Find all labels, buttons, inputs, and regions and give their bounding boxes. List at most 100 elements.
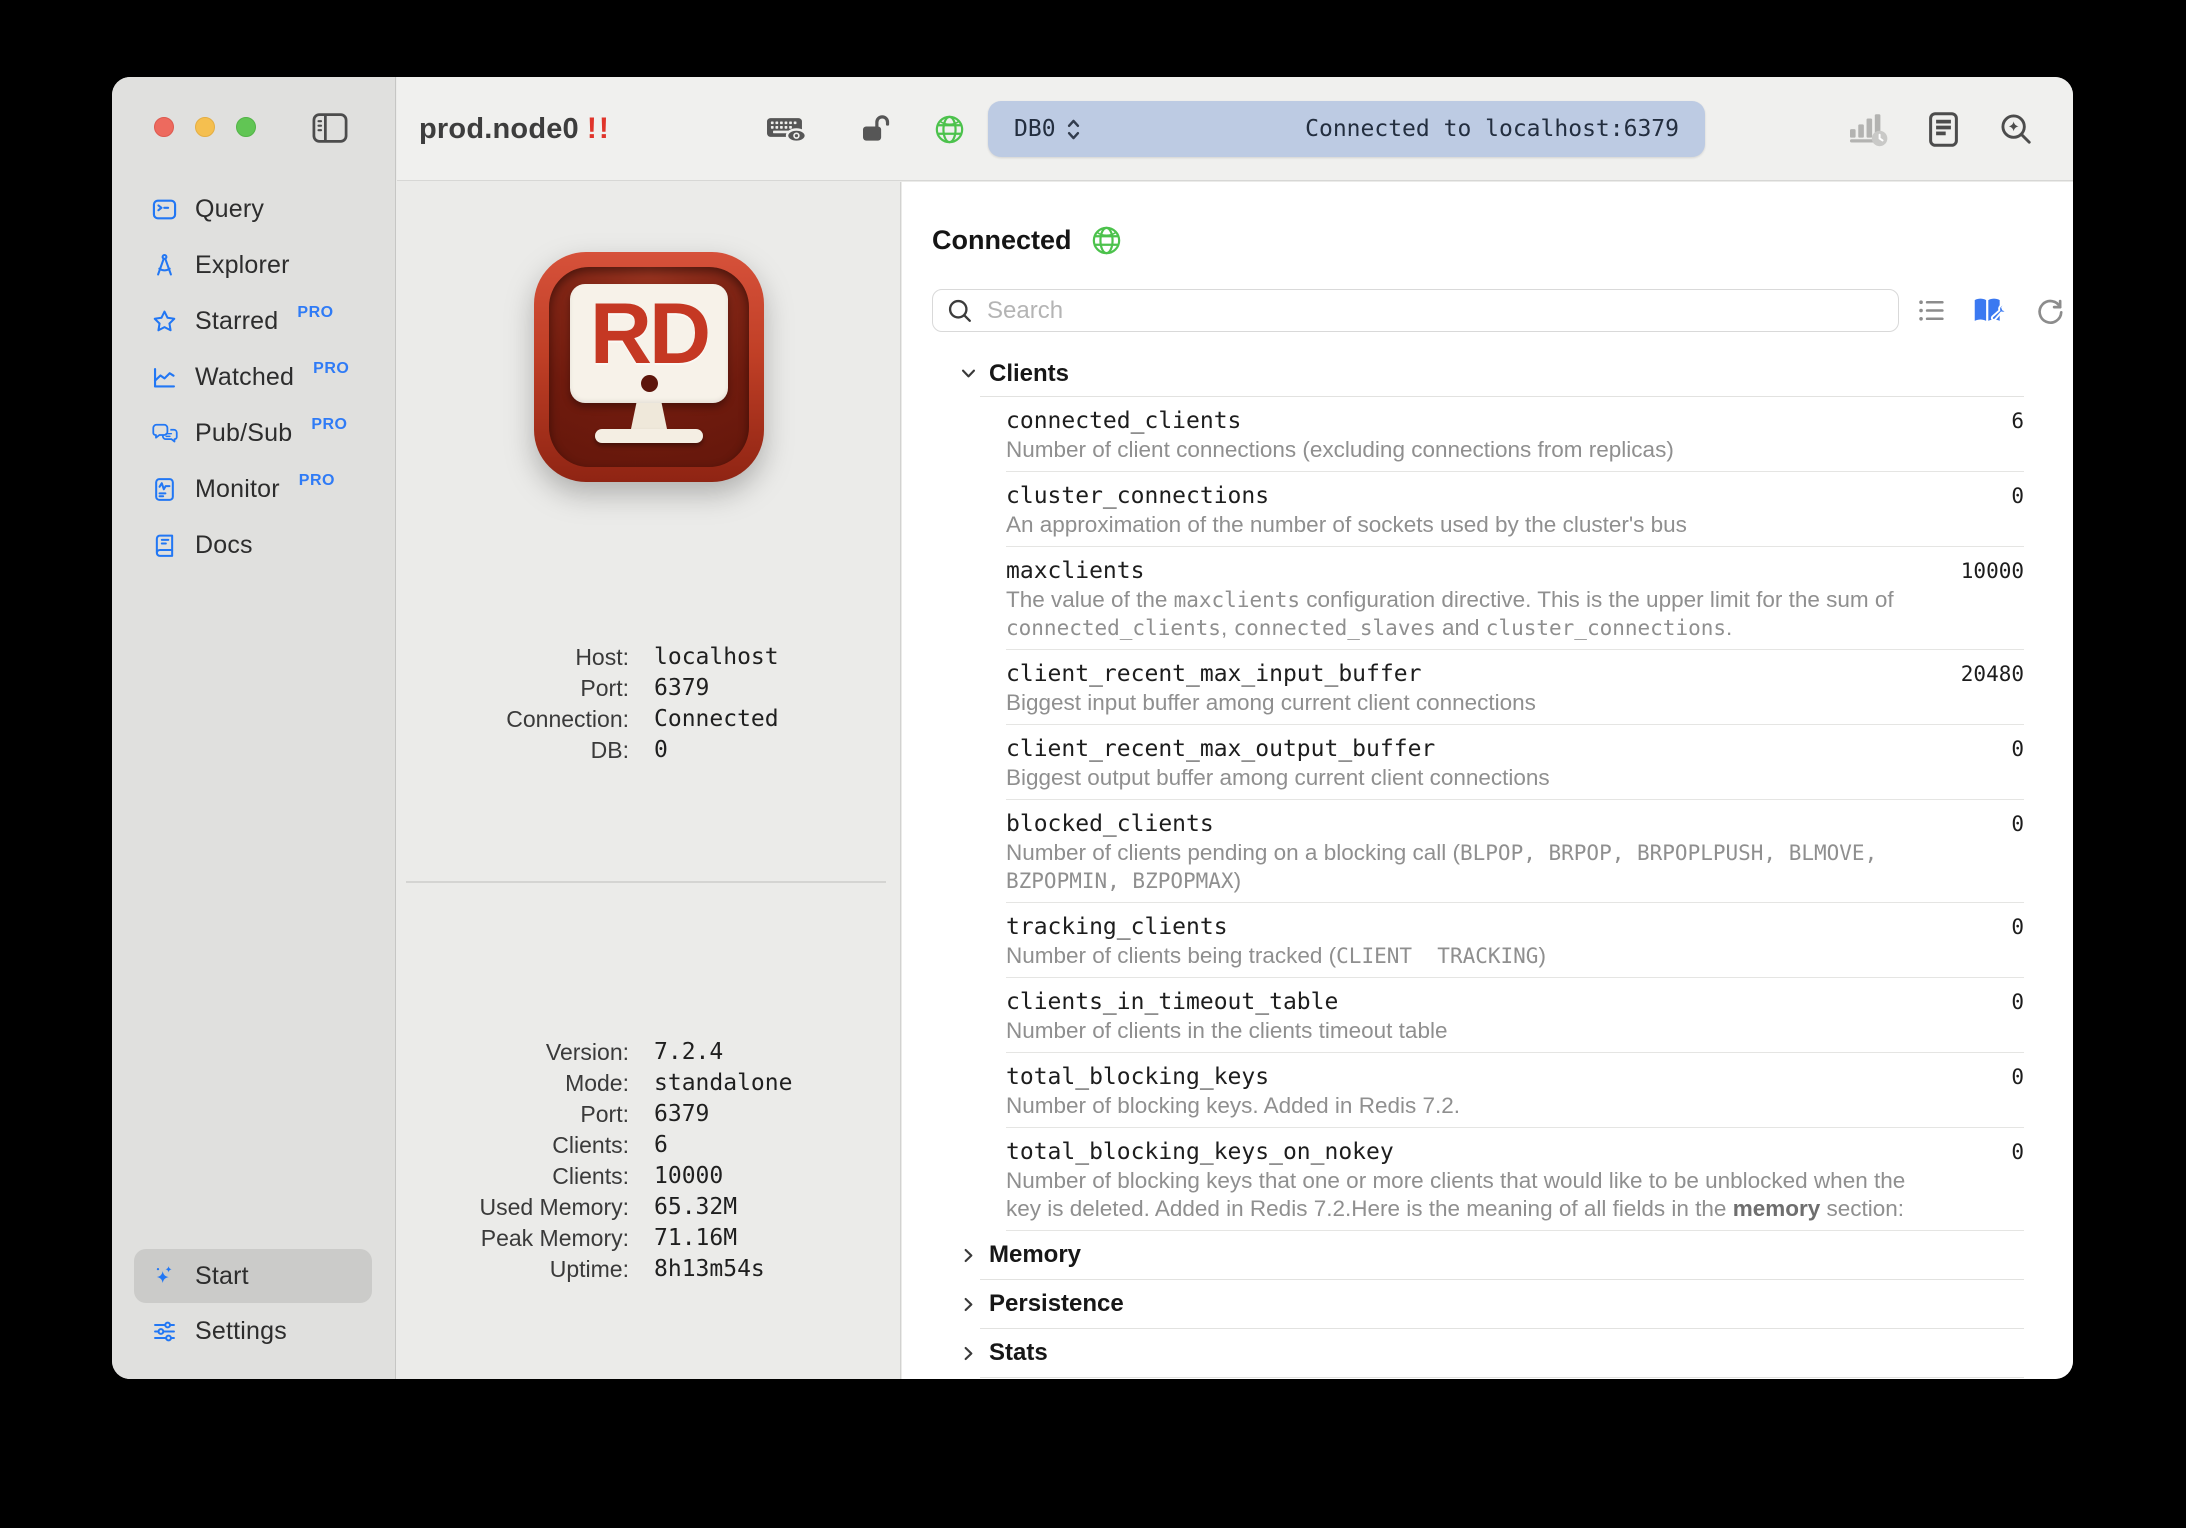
chevron-right-icon (959, 1344, 978, 1363)
info-label: DB: (397, 735, 629, 766)
info-label: Port: (397, 673, 629, 704)
chevron-right-icon (959, 1246, 978, 1265)
zoom-button[interactable] (236, 117, 256, 137)
section-header-stats[interactable]: Stats (902, 1329, 2024, 1377)
db-selector-label: DB0 (1014, 116, 1056, 142)
sidebar-item-docs[interactable]: Docs (112, 517, 394, 573)
pro-badge: PRO (297, 304, 333, 322)
stat-key: tracking_clients (1006, 912, 2024, 942)
section-header-memory[interactable]: Memory (902, 1231, 2024, 1279)
info-label: Host: (397, 642, 629, 673)
app-icon: RD (534, 252, 764, 482)
sidebar-item-label: Monitor (195, 475, 280, 504)
server-info: Version: 7.2.4 Mode: standalone Port: 63… (397, 1037, 900, 1285)
sidebar-item-starred[interactable]: Starred PRO (112, 293, 394, 349)
line-chart-icon (151, 364, 178, 391)
info-label: Uptime: (397, 1254, 629, 1285)
app-window: Query Explorer Starred PRO Watched PRO P… (112, 77, 2073, 1379)
search-icon (946, 297, 974, 325)
info-value: 10000 (654, 1161, 723, 1192)
titlebar: prod.node0 !! DB0 Connected to localhost… (397, 77, 2073, 181)
stat-description: Biggest input buffer among current clien… (1006, 689, 1926, 717)
refresh-button[interactable] (2034, 295, 2066, 327)
info-row: Version: 7.2.4 (397, 1037, 900, 1068)
sidebar-item-label: Start (195, 1262, 249, 1291)
section-title: Persistence (989, 1290, 1124, 1318)
chevron-up-down-icon (1066, 116, 1081, 143)
main-header: Connected (932, 224, 1123, 257)
minimize-button[interactable] (195, 117, 215, 137)
stat-row: cluster_connections 0 An approximation o… (1006, 472, 2024, 547)
sidebar-item-label: Pub/Sub (195, 419, 292, 448)
stat-description: Biggest output buffer among current clie… (1006, 764, 1926, 792)
pro-badge: PRO (311, 416, 347, 434)
globe-status-button[interactable] (933, 77, 966, 181)
zoom-in-button[interactable] (1998, 111, 2035, 148)
sidebar-item-settings[interactable]: Settings (112, 1303, 394, 1359)
info-row: Clients: 6 (397, 1130, 900, 1161)
section-header-clients[interactable]: Clients (902, 351, 2024, 396)
section-header-persistence[interactable]: Persistence (902, 1280, 2024, 1328)
info-label: Connection: (397, 704, 629, 735)
info-value: 7.2.4 (654, 1037, 723, 1068)
sidebar-item-monitor[interactable]: Monitor PRO (112, 461, 394, 517)
stat-row: blocked_clients 0 Number of clients pend… (1006, 800, 2024, 903)
sidebar-item-query[interactable]: Query (112, 181, 394, 237)
info-row: Host: localhost (397, 642, 900, 673)
list-view-button[interactable] (1916, 295, 1947, 326)
info-label: Port: (397, 1099, 629, 1130)
section-memory: Memory (902, 1231, 2024, 1280)
page-title: Connected (932, 225, 1072, 256)
stat-row: tracking_clients 0 Number of clients bei… (1006, 903, 2024, 978)
chart-history-button[interactable] (1847, 111, 1889, 147)
sparkles-icon (151, 1263, 178, 1290)
close-button[interactable] (154, 117, 174, 137)
info-row: Port: 6379 (397, 1099, 900, 1130)
info-row: Uptime: 8h13m54s (397, 1254, 900, 1285)
stat-description: Number of clients in the clients timeout… (1006, 1017, 1926, 1045)
section-title: Stats (989, 1339, 1048, 1367)
search-input[interactable] (985, 296, 1885, 326)
sidebar-item-label: Starred (195, 307, 278, 336)
sidebar-item-label: Docs (195, 531, 253, 560)
sidebar-item-pub-sub[interactable]: Pub/Sub PRO (112, 405, 394, 461)
sidebar-item-explorer[interactable]: Explorer (112, 237, 394, 293)
search-box[interactable] (932, 289, 1899, 332)
info-value: localhost (654, 642, 779, 673)
sidebar-item-label: Query (195, 195, 264, 224)
stat-value: 20480 (1961, 662, 2024, 686)
lock-open-button[interactable] (859, 77, 895, 181)
alert-badge: !! (587, 112, 611, 146)
book-icon (151, 532, 178, 559)
stat-value: 0 (2011, 990, 2024, 1014)
docs-tools-button[interactable] (1972, 294, 2009, 327)
connection-info: Host: localhost Port: 6379 Connection: C… (397, 642, 900, 766)
terminal-icon (151, 196, 178, 223)
sidebar-toggle-button[interactable] (312, 113, 348, 143)
sidebar-nav: Query Explorer Starred PRO Watched PRO P… (112, 181, 394, 573)
sidebar-item-label: Explorer (195, 251, 290, 280)
keyboard-reveal-button[interactable] (765, 77, 808, 181)
stat-value: 10000 (1961, 559, 2024, 583)
info-row: Mode: standalone (397, 1068, 900, 1099)
info-value: 0 (654, 735, 668, 766)
stat-value: 0 (2011, 915, 2024, 939)
section-persistence: Persistence (902, 1280, 2024, 1329)
stat-value: 0 (2011, 1140, 2024, 1164)
section-stats: Stats (902, 1329, 2024, 1378)
stat-key: total_blocking_keys (1006, 1062, 2024, 1092)
section-title: Memory (989, 1241, 1081, 1269)
db-selector-pill[interactable]: DB0 Connected to localhost:6379 (988, 101, 1705, 157)
stat-row: maxclients 10000 The value of the maxcli… (1006, 547, 2024, 650)
stat-value: 0 (2011, 1065, 2024, 1089)
log-document-button[interactable] (1927, 111, 1960, 148)
sidebar-item-watched[interactable]: Watched PRO (112, 349, 394, 405)
chevron-right-icon (959, 1295, 978, 1314)
info-label: Clients: (397, 1130, 629, 1161)
search-row (932, 289, 2066, 332)
stat-description: An approximation of the number of socket… (1006, 511, 1926, 539)
sidebar-item-start[interactable]: Start (134, 1249, 372, 1303)
stat-description: Number of blocking keys. Added in Redis … (1006, 1092, 1926, 1120)
info-label: Version: (397, 1037, 629, 1068)
stat-key: total_blocking_keys_on_nokey (1006, 1137, 2024, 1167)
